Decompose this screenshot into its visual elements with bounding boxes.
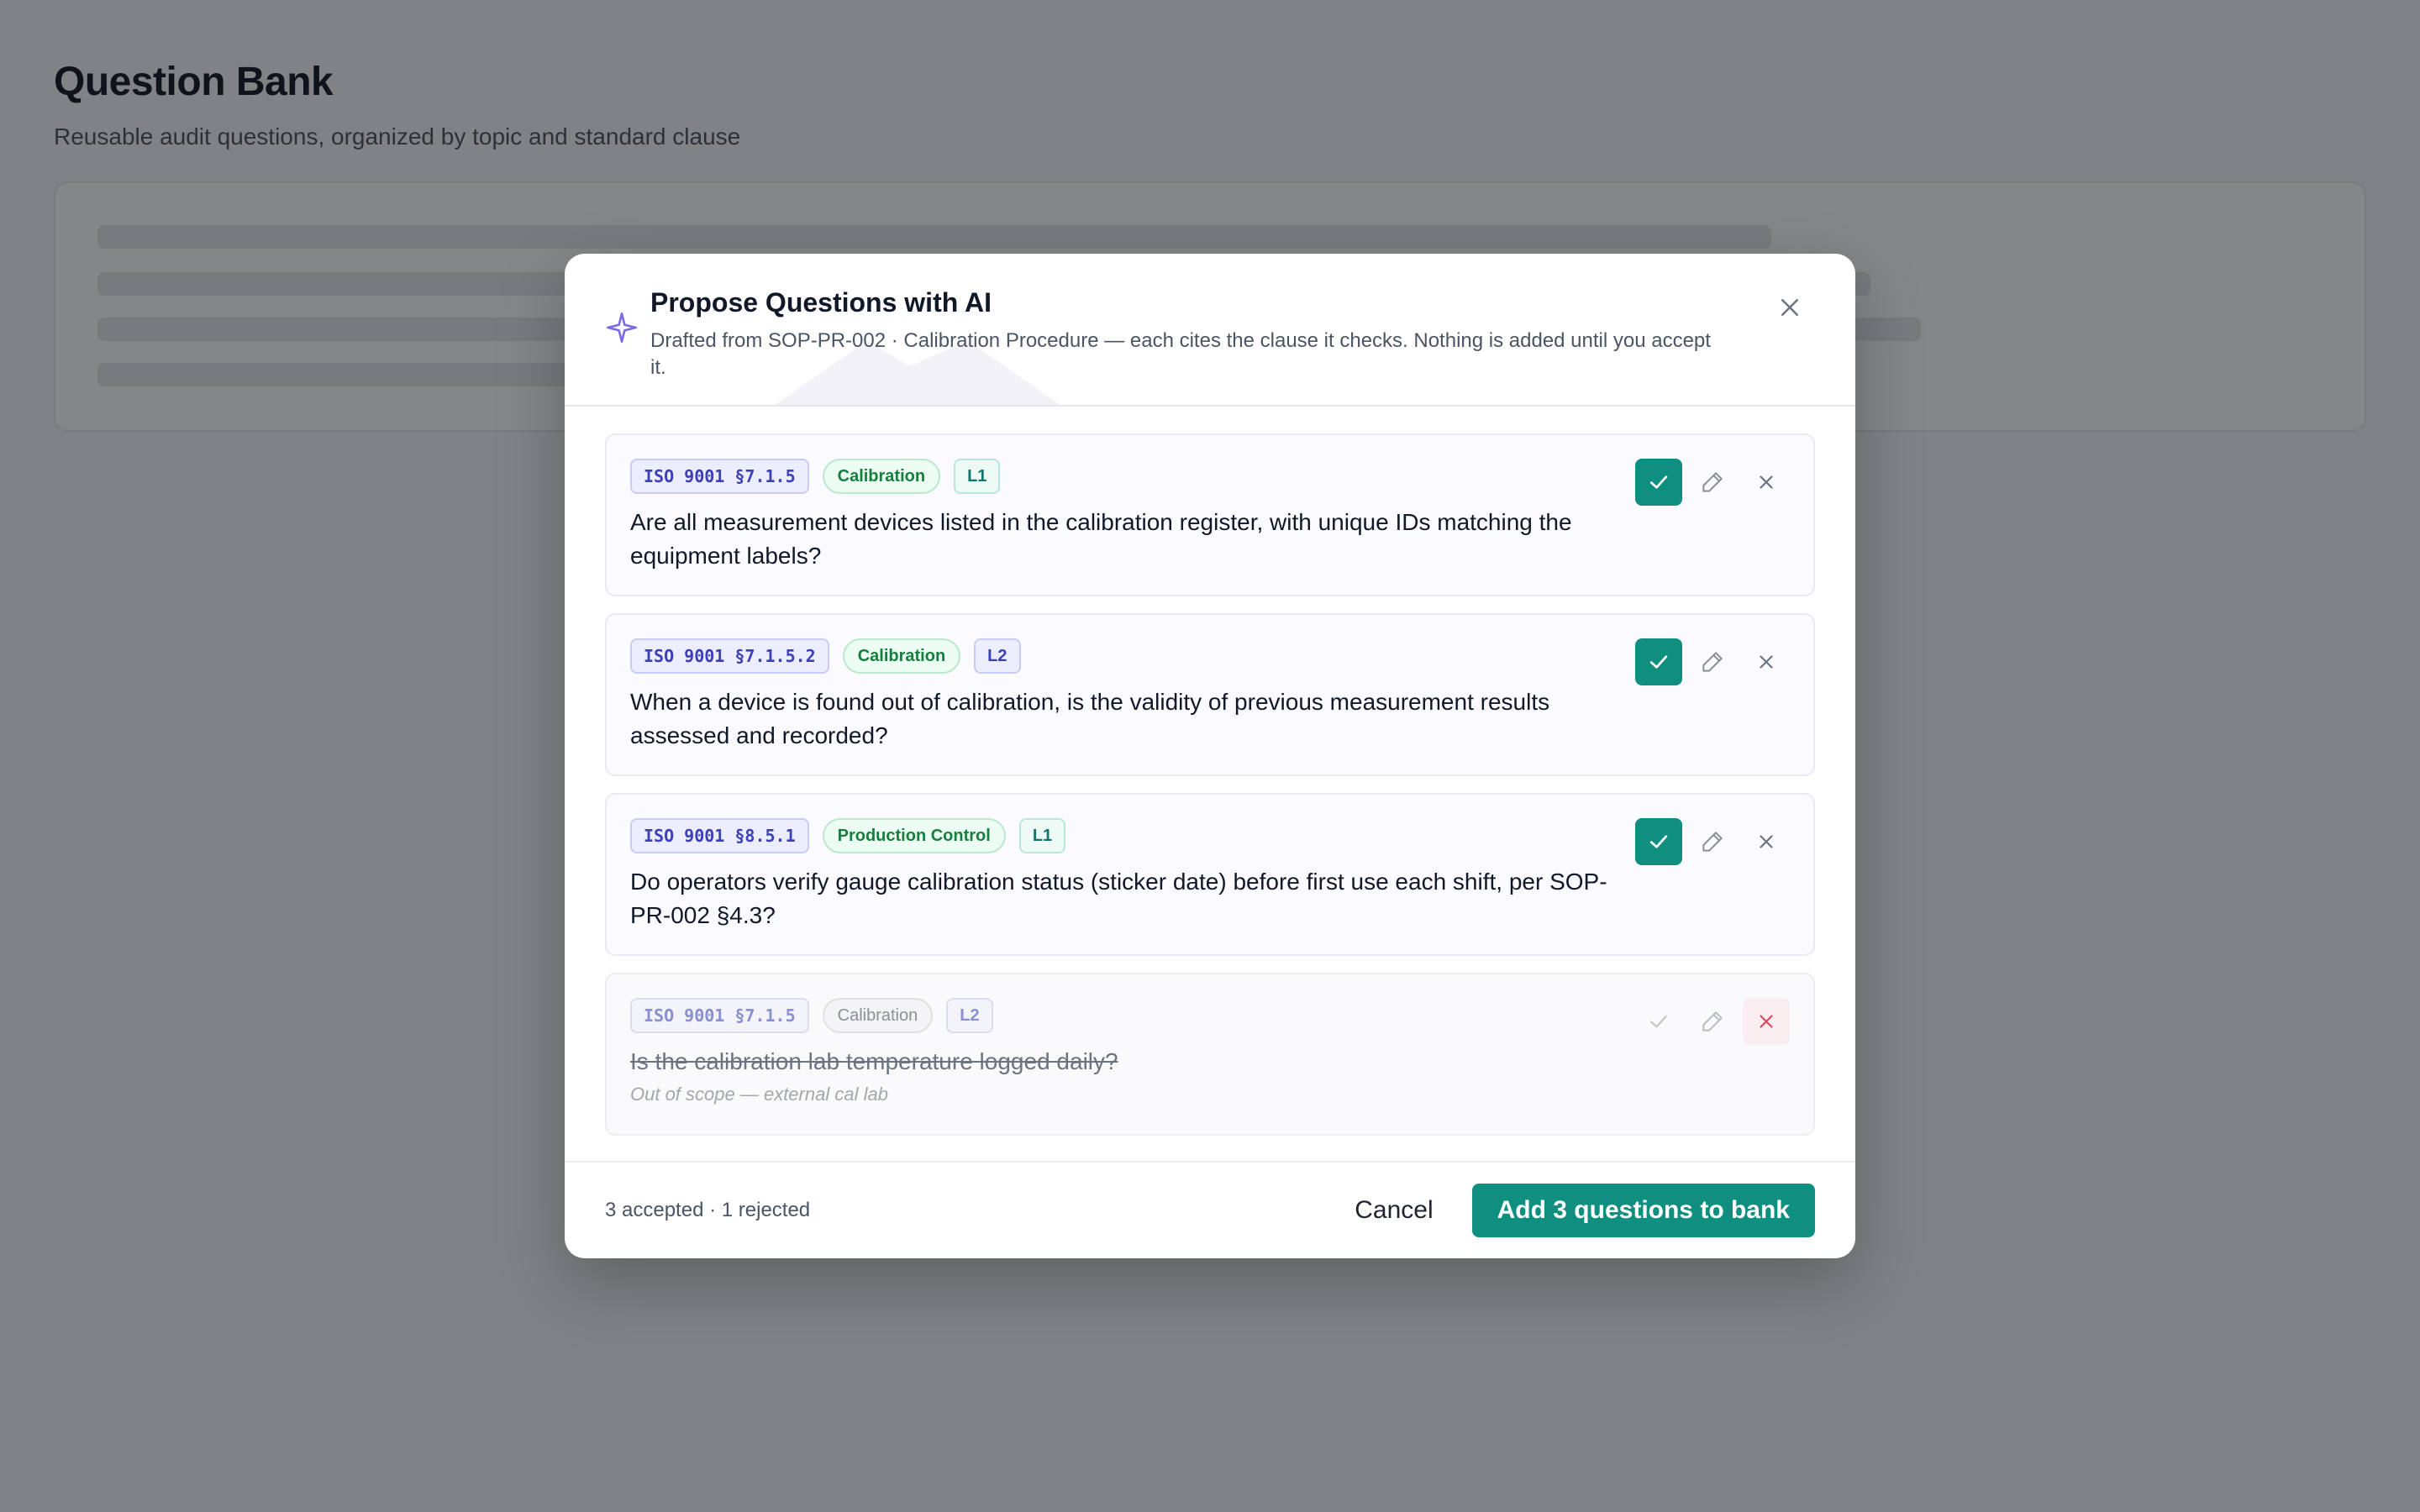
- accept-button[interactable]: [1635, 459, 1682, 506]
- clause-tag: ISO 9001 §8.5.1: [630, 818, 809, 853]
- level-tag: L1: [954, 459, 1001, 494]
- question-card: ISO 9001 §7.1.5 Calibration L1 Are all m…: [605, 433, 1815, 596]
- edit-button[interactable]: [1689, 638, 1736, 685]
- question-card-rejected: ISO 9001 §7.1.5 Calibration L2 Is the ca…: [605, 973, 1815, 1136]
- clause-tag: ISO 9001 §7.1.5: [630, 998, 809, 1033]
- pencil-icon: [1702, 472, 1723, 492]
- check-icon: [1649, 835, 1668, 848]
- topic-tag: Production Control: [822, 818, 1006, 853]
- close-button[interactable]: [1770, 287, 1810, 328]
- x-icon: [1760, 475, 1773, 489]
- cancel-button[interactable]: Cancel: [1343, 1196, 1444, 1225]
- dialog-footer: 3 accepted · 1 rejected Cancel Add 3 que…: [565, 1161, 1855, 1258]
- dialog-header: Propose Questions with AI Drafted from S…: [565, 254, 1855, 407]
- edit-button[interactable]: [1689, 998, 1736, 1045]
- level-tag: L2: [974, 638, 1021, 674]
- topic-tag: Calibration: [822, 459, 941, 494]
- pencil-icon: [1702, 1011, 1723, 1032]
- question-text: Do operators verify gauge calibration st…: [630, 869, 1607, 928]
- question-text: When a device is found out of calibratio…: [630, 689, 1550, 748]
- x-icon: [1760, 655, 1773, 669]
- add-questions-button[interactable]: Add 3 questions to bank: [1471, 1184, 1815, 1237]
- reject-button[interactable]: [1743, 818, 1790, 865]
- accept-button[interactable]: [1635, 818, 1682, 865]
- topic-tag: Calibration: [822, 998, 934, 1033]
- question-text: Are all measurement devices listed in th…: [630, 509, 1572, 569]
- check-icon: [1650, 1015, 1667, 1028]
- question-card: ISO 9001 §8.5.1 Production Control L1 Do…: [605, 793, 1815, 956]
- rejection-note: Out of scope — external cal lab: [630, 1084, 888, 1105]
- question-card: ISO 9001 §7.1.5.2 Calibration L2 When a …: [605, 613, 1815, 776]
- edit-button[interactable]: [1689, 818, 1736, 865]
- propose-questions-dialog: Propose Questions with AI Drafted from S…: [565, 254, 1855, 1258]
- topic-tag: Calibration: [842, 638, 961, 674]
- edit-button[interactable]: [1689, 459, 1736, 506]
- pencil-icon: [1702, 652, 1723, 672]
- sparkle-icon: [607, 312, 637, 343]
- accept-button[interactable]: [1635, 638, 1682, 685]
- clause-tag: ISO 9001 §7.1.5: [630, 459, 809, 494]
- x-icon: [1760, 835, 1773, 848]
- pencil-icon: [1702, 832, 1723, 852]
- dialog-description: Drafted from SOP-PR-002 · Calibration Pr…: [650, 329, 1711, 379]
- accept-button[interactable]: [1635, 998, 1682, 1045]
- reject-button[interactable]: [1743, 638, 1790, 685]
- clause-tag: ISO 9001 §7.1.5.2: [630, 638, 829, 674]
- check-icon: [1649, 655, 1668, 669]
- reject-button[interactable]: [1743, 998, 1790, 1045]
- level-tag: L1: [1018, 818, 1066, 853]
- check-icon: [1649, 475, 1668, 489]
- selection-summary: 3 accepted · 1 rejected: [605, 1199, 811, 1221]
- close-icon: [1781, 299, 1798, 316]
- level-tag: L2: [946, 998, 993, 1033]
- question-list: ISO 9001 §7.1.5 Calibration L1 Are all m…: [565, 407, 1855, 1174]
- reject-button[interactable]: [1743, 459, 1790, 506]
- x-icon: [1760, 1015, 1773, 1028]
- question-text: Is the calibration lab temperature logge…: [630, 1048, 1118, 1074]
- dialog-title: Propose Questions with AI: [650, 287, 992, 318]
